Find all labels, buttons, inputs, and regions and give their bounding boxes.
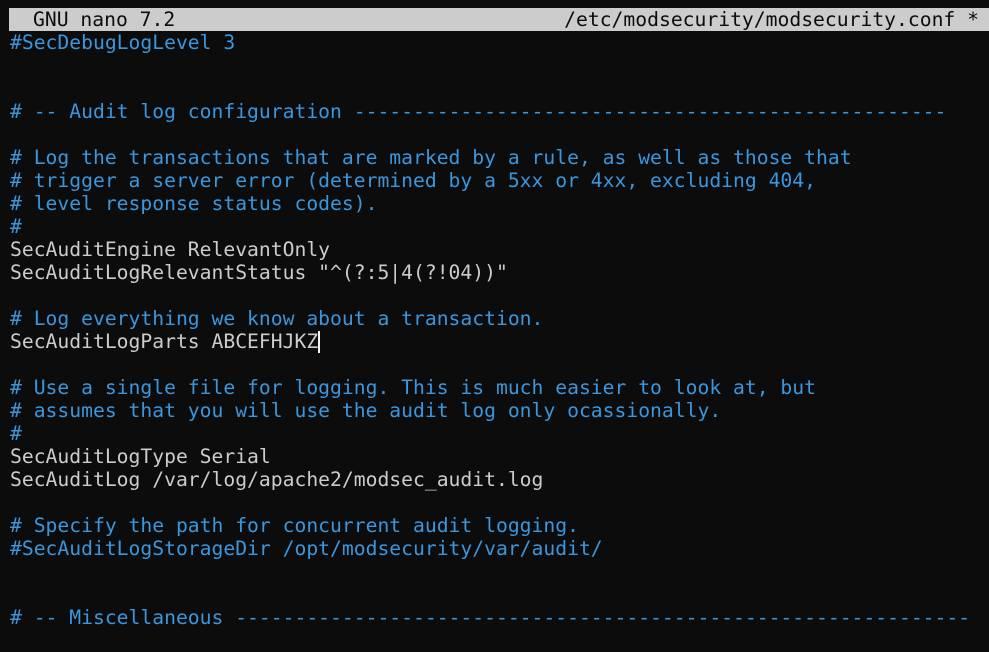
line-text: # [10, 422, 22, 445]
line-text: #SecAuditLogStorageDir /opt/modsecurity/… [10, 537, 603, 560]
comment-line[interactable]: # Specify the path for concurrent audit … [10, 514, 989, 537]
blank-line[interactable] [10, 560, 989, 583]
directive-line[interactable]: SecAuditLogRelevantStatus "^(?:5|4(?!04)… [10, 261, 989, 284]
nano-title-bar: GNU nano 7.2 /etc/modsecurity/modsecurit… [9, 8, 989, 31]
line-text: # -- Miscellaneous ---------------------… [10, 606, 971, 629]
comment-line[interactable]: # [10, 215, 989, 238]
line-text: # Log the transactions that are marked b… [10, 146, 852, 169]
directive-line[interactable]: SecAuditLogParts ABCEFHJKZ [10, 330, 989, 353]
blank-line[interactable] [10, 353, 989, 376]
comment-line[interactable]: # Log everything we know about a transac… [10, 307, 989, 330]
line-text: # level response status codes). [10, 192, 378, 215]
line-text: # Log everything we know about a transac… [10, 307, 544, 330]
blank-line[interactable] [10, 77, 989, 100]
line-text: SecAuditLogType Serial [10, 445, 271, 468]
comment-line[interactable]: # -- Audit log configuration -----------… [10, 100, 989, 123]
file-name: /etc/modsecurity/modsecurity.conf * [564, 8, 979, 31]
comment-line[interactable]: # Use a single file for logging. This is… [10, 376, 989, 399]
line-text: SecAuditLogRelevantStatus "^(?:5|4(?!04)… [10, 261, 508, 284]
line-text: # [10, 215, 22, 238]
comment-line[interactable]: # assumes that you will use the audit lo… [10, 399, 989, 422]
comment-line[interactable]: # Log the transactions that are marked b… [10, 146, 989, 169]
blank-line[interactable] [10, 54, 989, 77]
comment-line[interactable]: # trigger a server error (determined by … [10, 169, 989, 192]
blank-line[interactable] [10, 284, 989, 307]
line-text: # assumes that you will use the audit lo… [10, 399, 722, 422]
blank-line[interactable] [10, 123, 989, 146]
comment-line[interactable]: # -- Miscellaneous ---------------------… [10, 606, 989, 629]
line-text: # Use a single file for logging. This is… [10, 376, 816, 399]
comment-line[interactable]: #SecAuditLogStorageDir /opt/modsecurity/… [10, 537, 989, 560]
editor-text-area[interactable]: #SecDebugLogLevel 3 # -- Audit log config… [10, 31, 989, 629]
line-text: #SecDebugLogLevel 3 [10, 31, 236, 54]
directive-line[interactable]: SecAuditLogType Serial [10, 445, 989, 468]
line-text: SecAuditLog /var/log/apache2/modsec_audi… [10, 468, 544, 491]
app-name: GNU nano 7.2 [33, 8, 176, 31]
directive-line[interactable]: SecAuditEngine RelevantOnly [10, 238, 989, 261]
blank-line[interactable] [10, 491, 989, 514]
comment-line[interactable]: # [10, 422, 989, 445]
comment-line[interactable]: #SecDebugLogLevel 3 [10, 31, 989, 54]
comment-line[interactable]: # level response status codes). [10, 192, 989, 215]
line-text: SecAuditLogParts ABCEFHJKZ [10, 330, 319, 353]
line-text: # trigger a server error (determined by … [10, 169, 816, 192]
directive-line[interactable]: SecAuditLog /var/log/apache2/modsec_audi… [10, 468, 989, 491]
blank-line[interactable] [10, 583, 989, 606]
line-text: # -- Audit log configuration -----------… [10, 100, 947, 123]
line-text: # Specify the path for concurrent audit … [10, 514, 579, 537]
text-cursor [318, 331, 321, 353]
line-text: SecAuditEngine RelevantOnly [10, 238, 331, 261]
